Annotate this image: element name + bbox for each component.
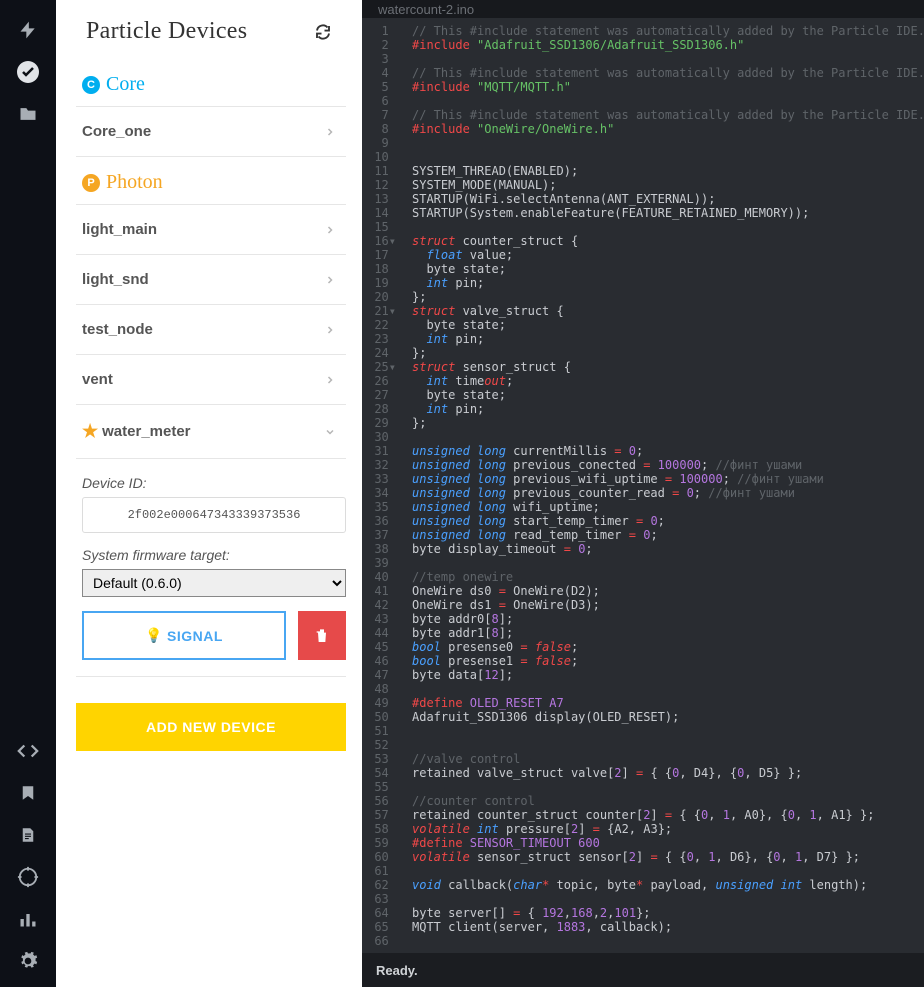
folder-icon[interactable] xyxy=(12,98,44,130)
device-name: test_node xyxy=(82,321,153,338)
device-row[interactable]: ★water_meter xyxy=(76,405,346,459)
page-title: Particle Devices xyxy=(86,18,247,45)
platform-header-core: C Core xyxy=(76,59,346,107)
device-name: Core_one xyxy=(82,123,151,140)
code-editor[interactable]: 1 2 3 4 5 6 7 8 9 10 11 12 13 14 15 16▾ … xyxy=(362,18,924,953)
chevron-down-icon xyxy=(324,426,336,438)
refresh-icon[interactable] xyxy=(314,23,332,41)
chevron-right-icon xyxy=(324,126,336,138)
firmware-select[interactable]: Default (0.6.0) xyxy=(82,569,346,597)
target-icon[interactable] xyxy=(12,861,44,893)
file-icon[interactable] xyxy=(12,819,44,851)
device-name: light_main xyxy=(82,221,157,238)
status-bar: Ready. xyxy=(362,953,924,987)
bookmark-icon[interactable] xyxy=(12,777,44,809)
platform-header-photon: P Photon xyxy=(76,157,346,205)
code-icon[interactable] xyxy=(12,735,44,767)
delete-button[interactable] xyxy=(298,611,346,660)
editor-tab[interactable]: watercount-2.ino xyxy=(374,2,478,18)
signal-button[interactable]: 💡 SIGNAL xyxy=(82,611,286,660)
device-id-label: Device ID: xyxy=(82,475,346,491)
device-row[interactable]: light_snd xyxy=(76,255,346,305)
bulb-icon: 💡 xyxy=(145,627,163,644)
platform-label: Core xyxy=(106,73,145,96)
star-icon: ★ xyxy=(82,421,98,442)
firmware-label: System firmware target: xyxy=(82,547,346,563)
device-row[interactable]: test_node xyxy=(76,305,346,355)
check-circle-icon[interactable] xyxy=(12,56,44,88)
platform-badge-icon: C xyxy=(82,76,100,94)
bar-chart-icon[interactable] xyxy=(12,903,44,935)
device-name: light_snd xyxy=(82,271,149,288)
gear-icon[interactable] xyxy=(12,945,44,977)
device-details: Device ID: 2f002e000647343339373536 Syst… xyxy=(76,459,346,677)
device-row[interactable]: light_main xyxy=(76,205,346,255)
platform-badge-icon: P xyxy=(82,174,100,192)
device-name: water_meter xyxy=(102,423,190,440)
chevron-right-icon xyxy=(324,324,336,336)
device-name: vent xyxy=(82,371,113,388)
chevron-right-icon xyxy=(324,374,336,386)
chevron-right-icon xyxy=(324,224,336,236)
device-row[interactable]: Core_one xyxy=(76,107,346,157)
flash-icon[interactable] xyxy=(12,14,44,46)
platform-label: Photon xyxy=(106,171,163,194)
add-device-button[interactable]: ADD NEW DEVICE xyxy=(76,703,346,751)
device-id-value[interactable]: 2f002e000647343339373536 xyxy=(82,497,346,533)
device-row[interactable]: vent xyxy=(76,355,346,405)
chevron-right-icon xyxy=(324,274,336,286)
